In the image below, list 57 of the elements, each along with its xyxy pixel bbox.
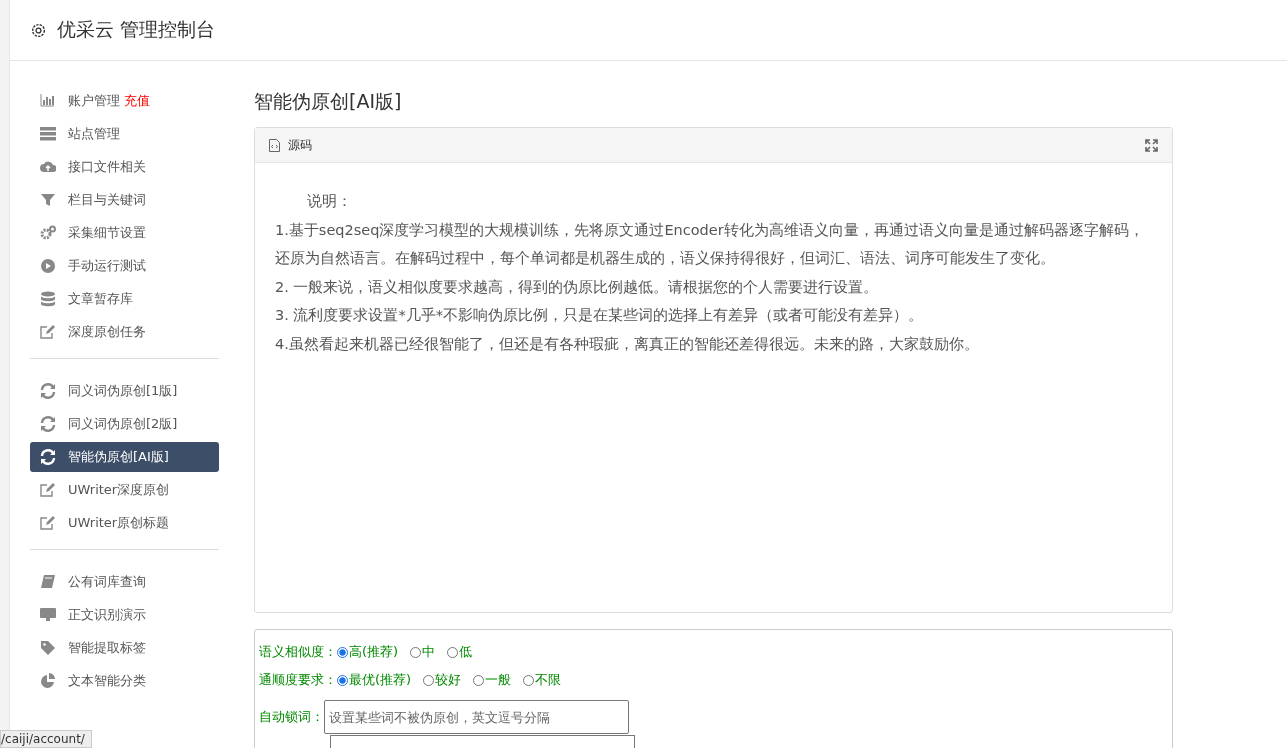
card-title: 源码 (288, 136, 312, 154)
status-url: /caiji/account/ (0, 730, 92, 748)
field-label: 通顺度要求： (259, 671, 337, 689)
sidebar-item[interactable]: UWriter原创标题 (30, 508, 219, 538)
fullscreen-icon[interactable] (1145, 138, 1158, 152)
description-paragraph: 2. 一般来说，语义相似度要求越高，得到的伪原比例越低。请根据您的个人需要进行设置。 (275, 277, 880, 297)
edit-icon (40, 482, 56, 498)
radio-option[interactable]: 不限 (523, 671, 562, 689)
code-file-icon (269, 138, 280, 152)
sidebar-item[interactable]: 栏目与关键词 (30, 185, 219, 215)
refresh-icon (40, 449, 56, 465)
sidebar-item[interactable]: 站点管理 (30, 119, 219, 149)
gears-icon (40, 225, 56, 241)
sidebar-item[interactable]: 同义词伪原创[2版] (30, 409, 219, 439)
monitor-icon (40, 607, 56, 623)
sidebar-item[interactable]: 正文识别演示 (30, 600, 219, 630)
sidebar-item[interactable]: 文本智能分类 (30, 666, 219, 696)
cloud-upload-icon (40, 159, 56, 175)
book-icon (40, 574, 56, 590)
description-paragraph: 4.虽然看起来机器已经很智能了，但还是有各种瑕疵，离真正的智能还差得很远。未来的路，大家鼓励你。 (275, 334, 980, 354)
sidebar-item[interactable]: 文章暂存库 (30, 284, 219, 314)
sidebar-item[interactable]: 接口文件相关 (30, 152, 219, 182)
description-paragraph: 3. 流利度要求设置*几乎*不影响伪原比例，只是在某些词的选择上有差异（或者可能没有差异）。 (275, 306, 924, 325)
app-title: 优采云 管理控制台 (57, 17, 216, 42)
server-icon (40, 126, 56, 142)
radio-option[interactable]: 高(推荐) (337, 643, 399, 661)
database-icon (40, 291, 56, 307)
edit-icon (40, 515, 56, 531)
description-paragraph: 1.基于seq2seq深度学习模型的大规模训练，先将原文通过Encoder转化为高维语义向量，再通过语义向量是通过解码器逐字解码，还原为自然语言。在解码过程中，每个单词都是机器生成的，语义保持得很好，但词汇、语法、词序可能发生了变化。 (275, 220, 1145, 268)
sidebar-item[interactable]: 公有词库查询 (30, 567, 219, 597)
radio-option[interactable]: 一般 (473, 671, 512, 689)
radio-option[interactable]: 最优(推荐) (337, 671, 412, 689)
intro-text: 说明： (306, 192, 353, 211)
filter-icon (40, 192, 56, 208)
refresh-icon (40, 416, 56, 432)
edit-icon (40, 324, 56, 340)
play-icon (40, 258, 56, 274)
refresh-icon (40, 383, 56, 399)
sidebar-item[interactable]: 账户管理 充值 (30, 86, 219, 116)
field-label: 自动锁词： (259, 708, 324, 726)
sidebar-item[interactable]: 采集细节设置 (30, 218, 219, 248)
radio-option[interactable]: 较好 (423, 671, 462, 689)
sidebar-item[interactable]: 深度原创任务 (30, 317, 219, 347)
field-label: 语义相似度： (259, 643, 337, 661)
page-title: 智能伪原创[AI版] (254, 89, 403, 114)
pie-chart-icon (40, 673, 56, 689)
sidebar-item[interactable]: 同义词伪原创[1版] (30, 376, 219, 406)
bar-chart-icon (40, 93, 56, 109)
sidebar-item[interactable]: UWriter深度原创 (30, 475, 219, 505)
radio-option[interactable]: 中 (410, 643, 436, 661)
tag-icon (40, 640, 56, 656)
sidebar-item[interactable]: 智能提取标签 (30, 633, 219, 663)
settings-icon (30, 21, 47, 39)
sidebar-item[interactable]: 智能伪原创[AI版] (30, 442, 219, 472)
lock-words-field[interactable]: 设置某些词不被伪原创，英文逗号分隔 (324, 700, 629, 734)
radio-option[interactable]: 低 (447, 643, 473, 661)
sidebar-item[interactable]: 手动运行测试 (30, 251, 219, 281)
